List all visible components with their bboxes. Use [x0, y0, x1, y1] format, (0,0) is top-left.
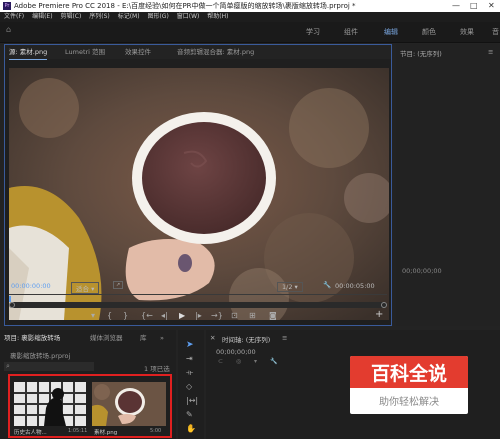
maximize-button[interactable]: □ — [470, 0, 478, 12]
workspace-audio[interactable]: 音 — [492, 27, 499, 37]
menu-graphics[interactable]: 图形(G) — [147, 13, 168, 20]
tab-effect-controls[interactable]: 效果控件 — [125, 45, 151, 59]
insert-icon[interactable]: ⊡ — [231, 311, 238, 320]
resolution-label: 1/2 — [282, 283, 293, 291]
ripple-edit-tool-icon[interactable]: ⟛ — [186, 368, 193, 378]
workspace-assembly[interactable]: 组件 — [344, 27, 358, 37]
workspace-editing[interactable]: 编辑 — [384, 27, 398, 37]
go-to-in-icon[interactable]: {← — [141, 311, 153, 320]
fit-dropdown[interactable]: 适合 ▾ — [71, 282, 100, 294]
tab-lumetri-scopes[interactable]: Lumetri 范围 — [65, 45, 105, 59]
menu-edit[interactable]: 编辑(E) — [32, 13, 52, 20]
mark-in-icon[interactable]: { — [107, 311, 112, 320]
media-items-highlight: 历史古人物... 1:05:11 素材.png 5:00 — [8, 374, 172, 438]
premiere-logo-icon: Pr — [3, 2, 11, 10]
timeline-wrench-icon[interactable]: 🔧 — [270, 358, 277, 365]
watermark-subtitle: 助你轻松解决 — [379, 397, 439, 408]
minimize-button[interactable]: — — [452, 0, 460, 12]
add-marker-timeline-icon[interactable]: ▾ — [254, 358, 257, 365]
watermark-badge: 百科全说 助你轻松解决 — [350, 356, 468, 414]
zoom-handle-left[interactable] — [9, 302, 15, 308]
watermark-title: 百科全说 — [370, 363, 447, 385]
timeline-title[interactable]: 时间轴: (无序列) — [222, 334, 270, 344]
step-back-icon[interactable]: ◂| — [161, 311, 168, 320]
menu-sequence[interactable]: 序列(S) — [89, 13, 110, 20]
timeline-panel: ✕ 时间轴: (无序列) ≡ 00;00;00;00 ⊂ ◎ ▾ 🔧 百科全说 … — [206, 330, 500, 439]
zoom-handle-right[interactable] — [381, 302, 387, 308]
workspace-learn[interactable]: 学习 — [306, 27, 320, 37]
overwrite-icon[interactable]: ⊞ — [249, 311, 256, 320]
project-file-name: 裹影缩放转场.prproj — [10, 352, 71, 360]
play-icon[interactable]: ▶ — [179, 311, 185, 320]
source-video-frame — [9, 68, 389, 320]
program-timecode[interactable]: 00;00;00;00 — [402, 267, 442, 275]
tab-media-browser[interactable]: 媒体浏览器 — [90, 332, 123, 344]
workspace-bar: ⌂ 学习 组件 编辑 颜色 效果 音 — [0, 22, 500, 43]
resolution-dropdown[interactable]: 1/2 ▾ — [277, 282, 303, 292]
mark-out-icon[interactable]: } — [123, 311, 128, 320]
source-time-ruler[interactable] — [9, 294, 387, 302]
add-button[interactable]: + — [375, 309, 383, 320]
program-title[interactable]: 节目: (无序列) — [400, 48, 442, 58]
tools-panel: ➤ ⇥ ⟛ ◇ |↔| ✎ ✋ — [178, 330, 204, 439]
tab-audio-clip-mixer[interactable]: 音频剪辑混合器: 素材.png — [177, 45, 254, 59]
media-thumbnail-coffee[interactable] — [92, 382, 166, 426]
add-marker-icon[interactable]: ▾ — [91, 311, 95, 320]
home-icon[interactable]: ⌂ — [6, 25, 11, 34]
fit-label: 适合 — [76, 285, 89, 293]
pen-tool-icon[interactable]: ✎ — [186, 410, 193, 419]
razor-tool-icon[interactable]: ◇ — [186, 382, 192, 391]
tab-more[interactable]: » — [160, 332, 164, 344]
track-select-tool-icon[interactable]: ⇥ — [186, 354, 193, 363]
menu-file[interactable]: 文件(F) — [4, 13, 24, 20]
workspace-effects[interactable]: 效果 — [460, 27, 474, 37]
tab-source[interactable]: 源: 素材.png — [9, 45, 48, 60]
camera-icon[interactable]: ◙ — [269, 311, 277, 320]
media-item-duration: 1:05:11 — [68, 428, 88, 434]
go-to-out-icon[interactable]: →} — [211, 311, 223, 320]
timeline-close-icon[interactable]: ✕ — [210, 334, 215, 342]
coffee-cup-image — [9, 68, 389, 320]
source-tab-row: 源: 素材.png Lumetri 范围 效果控件 音频剪辑混合器: 素材.pn… — [5, 45, 391, 60]
slip-tool-icon[interactable]: |↔| — [186, 396, 198, 405]
project-search-input[interactable]: ⌕ — [4, 362, 94, 371]
export-frame-icon[interactable]: ↗ — [113, 281, 124, 289]
workspace-color[interactable]: 颜色 — [422, 27, 436, 37]
snap-icon[interactable]: ⊂ — [218, 358, 223, 365]
project-item-count: 1 项已选 — [144, 365, 170, 373]
media-thumbnail-historical[interactable] — [14, 382, 86, 426]
project-tab-row: 项目: 裹影缩放转场 媒体浏览器 库 » — [0, 332, 176, 344]
search-icon: ⌕ — [6, 362, 10, 370]
source-timecode-out: 00:00:05:00 — [335, 282, 375, 290]
program-monitor-panel: 节目: (无序列) ≡ 00;00;00;00 — [396, 44, 500, 326]
close-button[interactable]: ✕ — [488, 0, 495, 12]
tab-libraries[interactable]: 库 — [140, 332, 147, 344]
menu-window[interactable]: 窗口(W) — [177, 13, 200, 20]
title-bar: Pr Adobe Premiere Pro CC 2018 - E:\百度经验\如… — [0, 0, 500, 12]
program-menu-icon[interactable]: ≡ — [488, 48, 493, 56]
project-panel: 项目: 裹影缩放转场 媒体浏览器 库 » 裹影缩放转场.prproj ⌕ 1 项… — [0, 330, 176, 439]
menu-marker[interactable]: 标记(M) — [118, 13, 140, 20]
linked-selection-icon[interactable]: ◎ — [236, 358, 241, 365]
source-timecode-in[interactable]: 00:00:00:00 — [11, 282, 51, 290]
zoom-scrollbar[interactable] — [9, 302, 387, 308]
tab-project[interactable]: 项目: 裹影缩放转场 — [4, 332, 60, 344]
wrench-icon[interactable]: 🔧 — [323, 281, 331, 289]
menu-clip[interactable]: 剪辑(C) — [60, 13, 81, 20]
media-item-duration: 5:00 — [150, 428, 162, 434]
window-title: Adobe Premiere Pro CC 2018 - E:\百度经验\如何在… — [14, 2, 356, 10]
media-item-name[interactable]: 历史古人物... — [14, 428, 47, 436]
timeline-timecode[interactable]: 00;00;00;00 — [216, 348, 256, 356]
coffee-thumbnail-icon — [92, 382, 166, 426]
media-item-name[interactable]: 素材.png — [94, 428, 117, 436]
menu-bar: 文件(F) 编辑(E) 剪辑(C) 序列(S) 标记(M) 图形(G) 窗口(W… — [0, 12, 500, 22]
hand-tool-icon[interactable]: ✋ — [186, 424, 196, 433]
source-monitor-panel: 源: 素材.png Lumetri 范围 效果控件 音频剪辑混合器: 素材.pn… — [4, 44, 392, 326]
menu-help[interactable]: 帮助(H) — [207, 13, 228, 20]
step-forward-icon[interactable]: |▸ — [195, 311, 202, 320]
selection-tool-icon[interactable]: ➤ — [186, 340, 194, 350]
silhouette-window-icon — [14, 382, 86, 426]
timeline-menu-icon[interactable]: ≡ — [282, 334, 287, 342]
